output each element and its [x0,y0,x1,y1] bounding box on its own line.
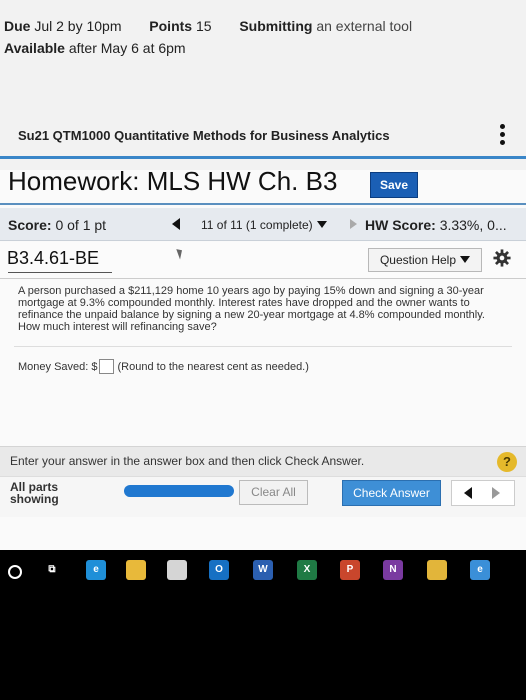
edge-icon[interactable]: e [86,560,106,580]
browser-screen: Due Jul 2 by 10pm Points 15 Submitting a… [0,0,526,550]
due-value: Jul 2 by 10pm [34,18,122,34]
score-display: Score: 0 of 1 pt [8,217,106,233]
money-saved-input[interactable] [98,359,114,374]
chevron-down-icon [460,256,471,263]
help-icon[interactable]: ? [497,452,517,472]
save-button[interactable]: Save [370,172,418,198]
powerpoint-icon[interactable]: P [340,560,360,580]
question-help-label: Question Help [379,253,457,267]
file-explorer-icon[interactable] [126,560,146,580]
question-divider [14,346,512,347]
submitting-label: Submitting [239,18,313,34]
task-view-icon[interactable]: ⧉ [42,560,62,580]
answer-row: Money Saved: $ (Round to the nearest cen… [18,359,309,374]
part-pager [451,480,515,506]
question-help-button[interactable]: Question Help [368,248,482,272]
homework-title-divider [0,203,526,205]
search-icon[interactable] [8,565,22,579]
parts-progress-bar [124,485,234,497]
question-selector[interactable]: 11 of 11 (1 complete) [201,218,327,232]
instruction-text: Enter your answer in the answer box and … [10,454,365,468]
next-question-icon[interactable] [350,219,357,229]
outlook-icon[interactable]: O [209,560,229,580]
question-text: A person purchased a $211,129 home 10 ye… [18,285,485,333]
onenote-icon[interactable]: N [383,560,403,580]
next-part-icon[interactable] [492,487,500,499]
progress-fill [124,485,234,497]
course-header-divider [0,156,526,159]
word-icon[interactable]: W [253,560,273,580]
assignment-available-line: Available after May 6 at 6pm [4,40,186,56]
hw-score-value: 3.33%, 0... [439,217,507,233]
clear-all-button[interactable]: Clear All [239,480,308,505]
answer-hint: (Round to the nearest cent as needed.) [117,360,309,373]
check-answer-button[interactable]: Check Answer [342,480,441,506]
question-counter: 11 of 11 (1 complete) [201,218,313,232]
assignment-due-line: Due Jul 2 by 10pm Points 15 Submitting a… [4,18,412,34]
homework-title: Homework: MLS HW Ch. B3 [8,166,338,196]
available-value: after May 6 at 6pm [68,40,186,56]
points-label: Points [149,18,193,34]
answer-label: Money Saved: $ [18,360,98,373]
question-id: B3.4.61-BE [7,248,100,268]
store-icon[interactable] [167,560,187,580]
course-title: Su21 QTM1000 Quantitative Methods for Bu… [18,128,390,143]
points-value: 15 [195,18,212,34]
gear-icon[interactable] [493,249,511,267]
excel-icon[interactable]: X [297,560,317,580]
chrome-icon[interactable] [427,560,447,580]
internet-explorer-icon[interactable]: e [470,560,490,580]
previous-part-icon[interactable] [464,487,472,499]
question-id-underline [8,272,112,273]
score-label: Score: [8,217,52,233]
score-value: 0 of 1 pt [55,217,107,233]
chevron-down-icon [316,221,327,228]
due-label: Due [4,18,31,34]
parts-line-2: showing [10,492,59,506]
hw-score-label: HW Score: [365,217,436,233]
more-options-icon[interactable] [500,124,506,145]
submitting-value: an external tool [316,18,413,34]
previous-question-icon[interactable] [172,218,180,230]
available-label: Available [4,40,65,56]
hw-score-display: HW Score: 3.33%, 0... [365,217,507,233]
all-parts-showing: All parts showing [10,481,59,505]
